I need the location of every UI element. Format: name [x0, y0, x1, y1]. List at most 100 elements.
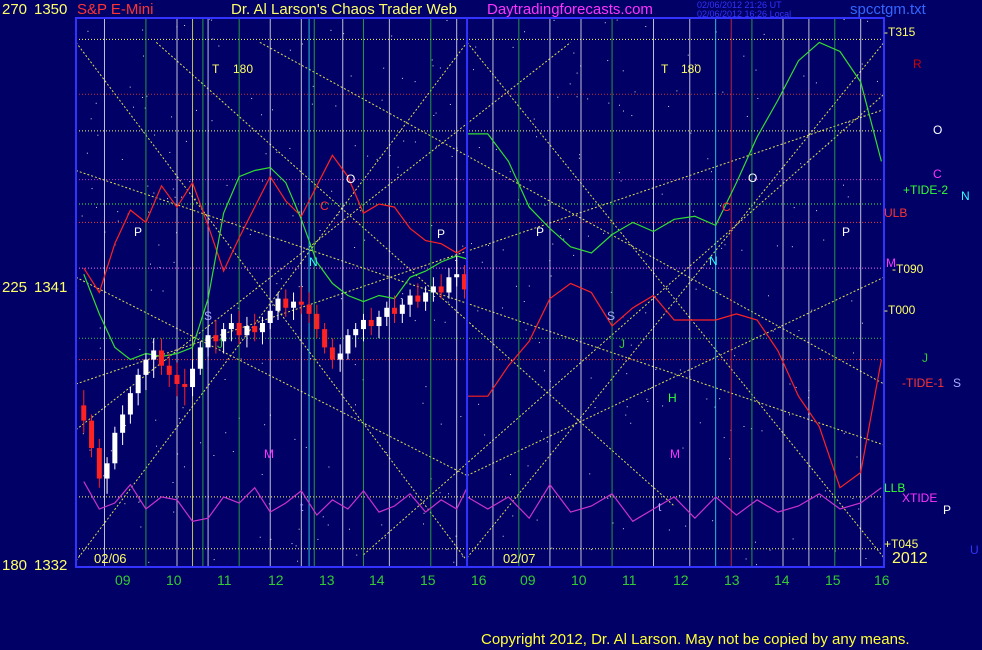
price-bar-body — [174, 374, 180, 384]
star-dot — [317, 538, 319, 540]
star-dot — [525, 329, 527, 331]
star-dot — [552, 243, 554, 245]
star-dot — [142, 29, 144, 31]
x-tick-d1-13: 13 — [319, 572, 335, 588]
label-p: P — [943, 503, 952, 517]
star-dot — [852, 497, 854, 499]
star-dot — [262, 180, 264, 182]
price-bar-body — [151, 350, 157, 360]
star-dot — [792, 538, 794, 540]
star-dot — [403, 140, 405, 142]
star-dot — [819, 357, 821, 359]
event-lines — [103, 18, 862, 567]
star-dot — [150, 289, 152, 291]
star-dot — [224, 379, 226, 381]
star-dot — [124, 503, 126, 505]
star-dot — [90, 118, 92, 120]
star-dot — [546, 441, 548, 443]
star-dot — [195, 109, 197, 111]
star-dot — [431, 225, 433, 227]
star-dot — [322, 516, 324, 518]
star-dot — [579, 154, 581, 156]
star-dot — [608, 102, 610, 104]
star-dot — [276, 283, 278, 285]
star-field — [76, 18, 878, 568]
label-r: R — [913, 57, 922, 71]
plot-letter: M — [670, 447, 680, 461]
year-label: 2012 — [892, 550, 928, 567]
star-dot — [719, 205, 721, 207]
y-left-mid: 225 — [2, 279, 28, 296]
forecast-diagonal — [75, 276, 468, 476]
star-dot — [667, 288, 669, 290]
star-dot — [754, 541, 756, 543]
star-dot — [772, 330, 774, 332]
star-dot — [502, 249, 504, 251]
star-dot — [449, 103, 451, 105]
star-dot — [475, 46, 477, 48]
price-bar-body — [252, 326, 258, 333]
star-dot — [291, 543, 293, 545]
star-dot — [110, 450, 112, 452]
star-dot — [350, 75, 352, 77]
star-dot — [668, 105, 670, 107]
star-dot — [622, 110, 624, 112]
star-dot — [573, 254, 575, 256]
star-dot — [502, 535, 504, 537]
star-dot — [576, 96, 578, 98]
star-dot — [536, 519, 538, 521]
x-tick-d1-16: 16 — [471, 572, 487, 588]
star-dot — [391, 35, 393, 37]
series-line-tide-1 — [83, 154, 468, 294]
star-dot — [865, 558, 867, 560]
star-dot — [139, 349, 141, 351]
star-dot — [607, 60, 609, 62]
price-bar-body — [291, 301, 297, 308]
star-dot — [776, 245, 778, 247]
plot-border — [75, 17, 885, 568]
star-dot — [89, 449, 91, 451]
star-dot — [376, 158, 378, 160]
price-bar-body — [399, 304, 405, 314]
star-dot — [630, 422, 632, 424]
star-dot — [153, 192, 155, 194]
star-dot — [729, 458, 731, 460]
star-dot — [330, 29, 332, 31]
star-dot — [515, 285, 517, 287]
star-dot — [155, 419, 157, 421]
star-dot — [298, 528, 300, 530]
label-n: N — [961, 189, 970, 203]
price-bar-body — [112, 432, 118, 464]
star-dot — [645, 26, 647, 28]
star-dot — [712, 520, 714, 522]
star-dot — [117, 211, 119, 213]
star-dot — [763, 33, 765, 35]
star-dot — [81, 215, 83, 217]
star-dot — [381, 524, 383, 526]
plot-letter-t2: T — [661, 62, 669, 76]
star-dot — [710, 171, 712, 173]
star-dot — [662, 405, 664, 407]
star-dot — [590, 549, 592, 551]
star-dot — [509, 474, 511, 476]
star-dot — [381, 99, 383, 101]
star-dot — [626, 406, 628, 408]
star-dot — [422, 402, 424, 404]
star-dot — [853, 352, 855, 354]
price-bar-body — [275, 298, 281, 311]
label-t045: +T045 — [884, 537, 919, 551]
star-dot — [695, 288, 697, 290]
star-dot — [340, 298, 342, 300]
star-dot — [172, 481, 174, 483]
star-dot — [590, 377, 592, 379]
price-bar-body — [244, 326, 250, 336]
star-dot — [440, 423, 442, 425]
star-dot — [661, 193, 663, 195]
star-dot — [746, 115, 748, 117]
star-dot — [668, 529, 670, 531]
x-tick-d2-12: 12 — [673, 572, 689, 588]
star-dot — [448, 493, 450, 495]
price-bar-body — [120, 414, 126, 433]
star-dot — [354, 145, 356, 147]
star-dot — [723, 437, 725, 439]
